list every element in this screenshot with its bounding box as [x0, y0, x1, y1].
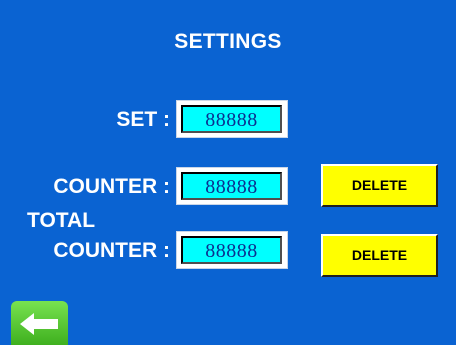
set-field[interactable]: 88888 [176, 100, 288, 138]
total-counter-value[interactable]: 88888 [181, 236, 282, 264]
counter-label: COUNTER : [53, 175, 170, 198]
total-counter-label-line2: COUNTER : [53, 239, 170, 262]
arrow-left-icon [20, 313, 58, 335]
total-counter-field[interactable]: 88888 [176, 231, 288, 269]
back-button[interactable] [11, 301, 68, 345]
delete-total-counter-button[interactable]: DELETE [321, 234, 438, 277]
page-title: SETTINGS [174, 30, 282, 53]
delete-counter-button[interactable]: DELETE [321, 164, 438, 207]
set-value[interactable]: 88888 [181, 105, 282, 133]
total-counter-label-line1: TOTAL [27, 209, 96, 232]
settings-screen: SETTINGS SET : 88888 COUNTER : 88888 DEL… [0, 0, 456, 345]
counter-value[interactable]: 88888 [181, 172, 282, 200]
counter-field[interactable]: 88888 [176, 167, 288, 205]
set-label: SET : [116, 108, 170, 131]
